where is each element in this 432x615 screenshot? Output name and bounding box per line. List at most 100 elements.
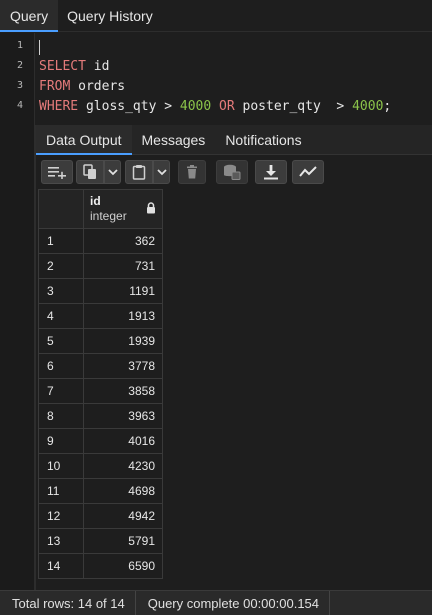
cell-id[interactable]: 4942: [83, 503, 163, 529]
cell-id[interactable]: 1191: [83, 278, 163, 304]
line-number: 3: [16, 80, 23, 91]
cell-id[interactable]: 6590: [83, 553, 163, 579]
row-number[interactable]: 3: [38, 278, 84, 304]
table-row[interactable]: 12 4942: [38, 503, 163, 529]
sql-text: gloss_qty >: [78, 99, 180, 114]
line-number-gutter: 1 2 3 4: [0, 33, 35, 125]
sql-text: ;: [383, 99, 392, 114]
table-row[interactable]: 8 3963: [38, 403, 163, 429]
row-number[interactable]: 11: [38, 478, 84, 504]
cell-id[interactable]: 731: [83, 253, 163, 279]
table-row[interactable]: 7 3858: [38, 378, 163, 404]
table-row[interactable]: 10 4230: [38, 453, 163, 479]
save-data-icon: [224, 164, 241, 180]
paste-options-dropdown[interactable]: [153, 160, 170, 184]
sql-keyword: FROM: [39, 79, 71, 94]
cell-id[interactable]: 4698: [83, 478, 163, 504]
row-number[interactable]: 6: [38, 353, 84, 379]
cell-id[interactable]: 5791: [83, 528, 163, 554]
row-number[interactable]: 2: [38, 253, 84, 279]
row-number[interactable]: 8: [38, 403, 84, 429]
table-row[interactable]: 13 5791: [38, 528, 163, 554]
line-number: 1: [16, 40, 23, 51]
copy-icon: [83, 164, 96, 179]
editor-gutter-extension: [0, 125, 35, 590]
row-number[interactable]: 13: [38, 528, 84, 554]
tab-messages[interactable]: Messages: [132, 125, 216, 155]
cell-id[interactable]: 3963: [83, 403, 163, 429]
table-row[interactable]: 5 1939: [38, 328, 163, 354]
row-number[interactable]: 1: [38, 228, 84, 254]
cell-id[interactable]: 362: [83, 228, 163, 254]
table-row[interactable]: 1 362: [38, 228, 163, 254]
tab-notifications[interactable]: Notifications: [215, 125, 311, 155]
tab-query-history[interactable]: Query History: [58, 0, 162, 32]
results-tabs: Data Output Messages Notifications: [36, 125, 432, 155]
sql-editor[interactable]: 1 2 3 4 SELECT id FROM orders WHERE glos…: [0, 33, 432, 125]
cell-id[interactable]: 4016: [83, 428, 163, 454]
data-output-toolbar: [36, 155, 432, 189]
row-number[interactable]: 14: [38, 553, 84, 579]
table-row[interactable]: 4 1913: [38, 303, 163, 329]
cell-id[interactable]: 3778: [83, 353, 163, 379]
cell-id[interactable]: 1939: [83, 328, 163, 354]
results-panel: Data Output Messages Notifications id in…: [35, 125, 432, 590]
lock-icon: [147, 202, 155, 214]
table-row[interactable]: 6 3778: [38, 353, 163, 379]
grid-corner-cell[interactable]: [38, 189, 84, 229]
chevron-down-icon: [156, 169, 167, 176]
sql-text: orders: [70, 79, 126, 94]
table-row[interactable]: 2 731: [38, 253, 163, 279]
code-line[interactable]: SELECT id: [39, 59, 432, 74]
cell-id[interactable]: 1913: [83, 303, 163, 329]
cell-id[interactable]: 4230: [83, 453, 163, 479]
query-tool-tabs: Query Query History: [0, 0, 432, 32]
sql-number: 4000: [179, 99, 212, 114]
copy-button[interactable]: [76, 160, 104, 184]
column-header-id[interactable]: id integer: [83, 189, 163, 229]
status-bar: Total rows: 14 of 14 Query complete 00:0…: [0, 590, 432, 615]
total-rows-status: Total rows: 14 of 14: [0, 590, 136, 615]
sql-text: poster_qty >: [234, 99, 353, 114]
sql-number: 4000: [352, 99, 384, 114]
sql-text: id: [85, 59, 110, 74]
sql-keyword: SELECT: [39, 59, 86, 74]
copy-options-dropdown[interactable]: [104, 160, 121, 184]
delete-button[interactable]: [178, 160, 206, 184]
row-number[interactable]: 12: [38, 503, 84, 529]
code-line[interactable]: [39, 40, 432, 56]
line-number: 2: [16, 60, 23, 71]
line-number: 4: [16, 100, 23, 111]
row-number[interactable]: 7: [38, 378, 84, 404]
add-row-icon: [48, 167, 66, 179]
add-row-button[interactable]: [41, 160, 73, 184]
tab-query[interactable]: Query: [0, 0, 59, 32]
row-number[interactable]: 9: [38, 428, 84, 454]
row-number[interactable]: 10: [38, 453, 84, 479]
graph-icon: [299, 166, 317, 177]
table-row[interactable]: 11 4698: [38, 478, 163, 504]
table-row[interactable]: 3 1191: [38, 278, 163, 304]
data-grid: id integer 1 362 2 731 3 1191 4 1913 5 1939 6 3778 7…: [38, 189, 163, 579]
query-complete-status: Query complete 00:00:00.154: [136, 590, 331, 615]
table-row[interactable]: 14 6590: [38, 553, 163, 579]
delete-icon: [187, 165, 197, 179]
code-line[interactable]: WHERE gloss_qty > 4000 OR poster_qty > 4…: [39, 99, 432, 114]
row-number[interactable]: 4: [38, 303, 84, 329]
download-icon: [264, 165, 278, 180]
paste-icon: [132, 165, 146, 180]
graph-visualiser-button[interactable]: [292, 160, 324, 184]
paste-button[interactable]: [125, 160, 153, 184]
cell-id[interactable]: 3858: [83, 378, 163, 404]
download-button[interactable]: [255, 160, 287, 184]
table-row[interactable]: 9 4016: [38, 428, 163, 454]
text-cursor: [39, 40, 40, 55]
sql-keyword: OR: [219, 99, 235, 114]
tab-data-output[interactable]: Data Output: [36, 125, 132, 155]
sql-keyword: WHERE: [39, 99, 79, 114]
row-number[interactable]: 5: [38, 328, 84, 354]
code-line[interactable]: FROM orders: [39, 79, 432, 94]
save-data-button[interactable]: [216, 160, 248, 184]
chevron-down-icon: [107, 169, 118, 176]
